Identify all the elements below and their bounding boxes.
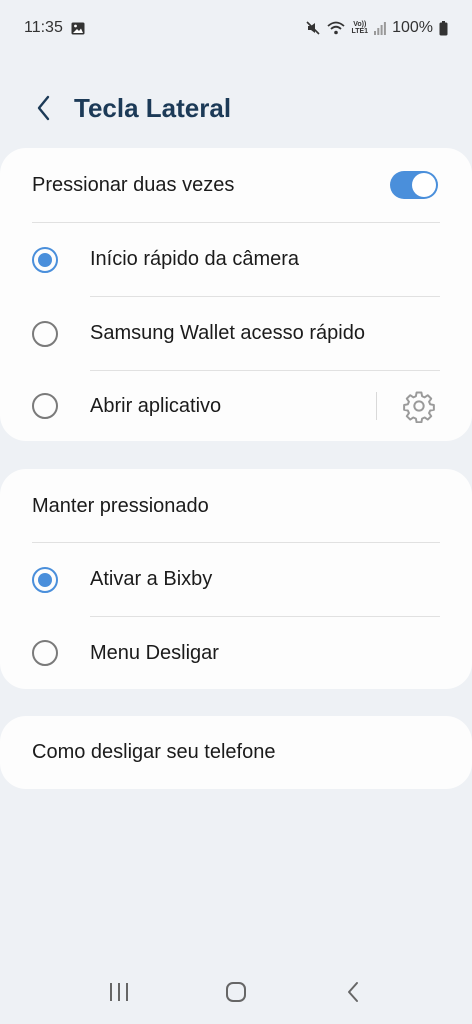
lte-label: LTE1 (351, 28, 369, 35)
navigation-bar (0, 960, 472, 1024)
page-title: Tecla Lateral (74, 92, 232, 123)
help-label: Como desligar seu telefone (32, 741, 276, 763)
nav-back-button[interactable] (333, 972, 373, 1012)
wifi-icon (327, 21, 346, 35)
home-button[interactable] (216, 972, 256, 1012)
back-button[interactable] (24, 88, 64, 128)
option-open-app[interactable]: Abrir aplicativo (0, 371, 472, 441)
option-label: Samsung Wallet acesso rápido (90, 322, 365, 344)
signal-icon (374, 21, 386, 35)
recent-apps-button[interactable] (99, 972, 139, 1012)
status-time: 11:35 (24, 19, 63, 36)
option-label: Menu Desligar (90, 641, 219, 664)
home-icon (225, 982, 246, 1002)
radio-button[interactable] (32, 640, 58, 666)
status-bar: 11:35 Vo)) LTE1 100% (0, 0, 472, 56)
recent-apps-icon (109, 983, 128, 1001)
chevron-left-icon (37, 95, 50, 121)
help-card: Como desligar seu telefone (0, 716, 472, 789)
status-right: Vo)) LTE1 100% (305, 19, 448, 37)
app-bar: Tecla Lateral (0, 78, 472, 138)
gallery-icon (71, 22, 85, 35)
hold-header-row: Manter pressionado (0, 469, 472, 543)
option-camera-quick-launch[interactable]: Início rápido da câmera (0, 223, 472, 296)
status-left: 11:35 (24, 19, 85, 37)
volte-icon: Vo)) LTE1 (351, 21, 368, 35)
double-press-toggle-row[interactable]: Pressionar duas vezes (0, 148, 472, 222)
gear-icon[interactable] (402, 389, 436, 423)
volte-label: Vo)) (353, 21, 367, 28)
option-label: Ativar a Bixby (90, 568, 213, 590)
back-icon (348, 982, 359, 1002)
battery-icon (439, 20, 448, 36)
option-power-menu[interactable]: Menu Desligar (0, 617, 472, 689)
radio-button[interactable] (32, 320, 58, 347)
option-label: Início rápido da câmera (90, 248, 300, 270)
radio-button-selected[interactable] (32, 246, 58, 273)
radio-button-selected[interactable] (32, 566, 58, 593)
how-to-turn-off-link[interactable]: Como desligar seu telefone (0, 716, 472, 789)
hold-title: Manter pressionado (32, 494, 209, 517)
radio-button[interactable] (32, 393, 58, 419)
vertical-separator (376, 392, 377, 420)
toggle-knob (412, 173, 436, 197)
option-label: Abrir aplicativo (90, 394, 222, 417)
mute-icon (305, 20, 321, 36)
hold-card: Manter pressionado Ativar a Bixby Menu D… (0, 469, 472, 689)
double-press-title: Pressionar duas vezes (32, 173, 235, 196)
double-press-card: Pressionar duas vezes Início rápido da c… (0, 148, 472, 441)
option-samsung-wallet[interactable]: Samsung Wallet acesso rápido (0, 297, 472, 370)
option-activate-bixby[interactable]: Ativar a Bixby (0, 543, 472, 616)
battery-percent: 100% (392, 19, 433, 36)
double-press-toggle[interactable] (390, 171, 438, 199)
